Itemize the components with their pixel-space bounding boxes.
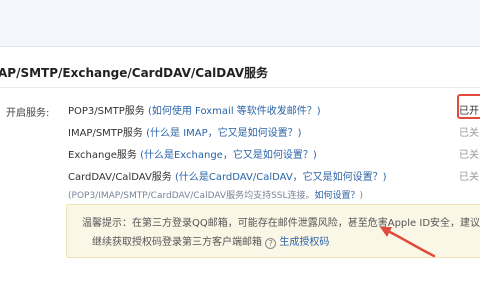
help-link-carddav[interactable]: (什么是CardDAV/CalDAV，它又是如何设置？) [175,172,387,183]
service-row-imap: IMAP/SMTP服务 (什么是 IMAP，它又是如何设置？) [68,124,302,139]
status-toggle-exchange[interactable]: 已关 [459,146,479,161]
header-divider [0,46,480,47]
service-name-exchange: Exchange服务 [68,150,137,161]
services-label: 开启服务: [6,108,50,119]
service-name-carddav: CardDAV/CalDAV服务 [68,172,172,183]
ssl-note: (POP3/IMAP/SMTP/CardDAV/CalDAV服务均支持SSL连接… [68,188,363,201]
warning-text-2: 继续获取授权码登录第三方客户端邮箱 [92,237,262,248]
red-arrow-annotation [380,227,436,258]
help-link-pop3[interactable]: (如何使用 Foxmail 等软件收发邮件？) [148,106,321,117]
ssl-note-close: ) [359,191,364,201]
help-link-imap[interactable]: (什么是 IMAP，它又是如何设置？) [146,128,301,139]
generate-auth-code-link[interactable]: 生成授权码 [279,237,329,248]
service-name-imap: IMAP/SMTP服务 [68,128,143,139]
warning-line-2: 继续获取授权码登录第三方客户端邮箱 ? 生成授权码 [92,233,329,249]
top-header-strip [0,0,480,46]
section-title: AP/SMTP/Exchange/CardDAV/CalDAV服务 [0,66,269,80]
ssl-note-text: (POP3/IMAP/SMTP/CardDAV/CalDAV服务均支持SSL连接… [68,191,315,201]
status-toggle-imap[interactable]: 已关 [459,124,479,139]
section-divider [0,87,480,88]
ssl-setup-link[interactable]: 如何设置？ [315,191,360,201]
question-circle-icon[interactable]: ? [265,238,277,249]
service-row-carddav: CardDAV/CalDAV服务 (什么是CardDAV/CalDAV，它又是如… [68,168,387,183]
service-name-pop3: POP3/SMTP服务 [68,106,145,117]
service-row-pop3: POP3/SMTP服务 (如何使用 Foxmail 等软件收发邮件？) [68,102,321,117]
warning-label: 温馨提示： [82,218,132,229]
status-toggle-carddav[interactable]: 已关 [459,168,479,183]
help-link-exchange[interactable]: (什么是Exchange，它又是如何设置？) [140,150,317,161]
status-toggle-pop3[interactable]: 已开 [459,102,479,117]
service-row-exchange: Exchange服务 (什么是Exchange，它又是如何设置？) [68,146,317,161]
